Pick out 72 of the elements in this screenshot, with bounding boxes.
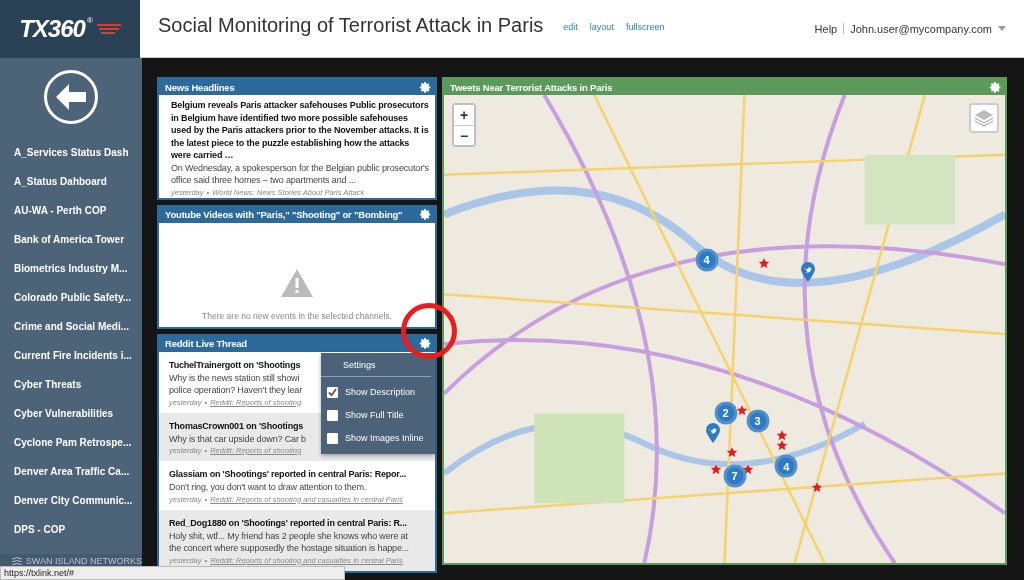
post-description: Holy shit, wtf... My friend has 2 people she knows who were at	[169, 529, 408, 542]
sidebar-item[interactable]: Denver City Communic...	[0, 486, 142, 515]
star-marker-icon[interactable]	[775, 437, 790, 452]
star-marker-icon[interactable]	[757, 256, 772, 270]
panel-title: Tweets Near Terrorist Attacks in Paris	[450, 81, 613, 93]
sidebar-item[interactable]: Cyber Vulnerabilities	[0, 399, 142, 428]
settings-icon	[419, 337, 432, 350]
post-title: ThomasCrown001 on 'Shootings	[169, 419, 304, 433]
menu-option[interactable]: Show Full Title	[321, 403, 435, 427]
post-description: the concert where supposedly the hostage situation is happe...	[169, 542, 409, 555]
logo: TX360®	[0, 0, 140, 58]
menu-option[interactable]: Show Images Inline	[321, 426, 435, 450]
company-name: SWAN ISLAND NETWORKS	[25, 556, 142, 566]
sidebar-item[interactable]: Cyclone Pam Retrospe...	[0, 428, 142, 457]
page-title: Social Monitoring of Terrorist Attack in Paris	[158, 14, 544, 37]
sidebar-item[interactable]: AU-WA - Perth COP	[0, 196, 142, 225]
post-description: Why is the news station still showi	[169, 371, 300, 384]
sidebar-item[interactable]: Current Fire Incidents i...	[0, 341, 142, 370]
sidebar-item[interactable]: A_Status Dahboard	[0, 167, 142, 196]
news-description: On Wednesday, a spokesperson for the Belgian public prosecutor's office said three homes – two apartments and ...	[171, 161, 429, 187]
settings-button[interactable]	[419, 80, 432, 94]
sidebar-item[interactable]: A_Services Status Dash	[0, 138, 142, 167]
highlight-circle	[401, 303, 457, 359]
warning-icon	[281, 268, 313, 297]
user-menu[interactable]: John.user@mycompany.com	[850, 22, 992, 35]
sidebar-item[interactable]: Bank of America Tower	[0, 225, 142, 254]
empty-message: There are no new events in the selected channels.	[202, 310, 392, 321]
checkbox[interactable]	[327, 409, 338, 421]
settings-icon	[419, 208, 432, 221]
star-marker-icon[interactable]	[775, 427, 790, 442]
menu-title: Settings	[321, 352, 431, 377]
news-headline: Belgium reveals Paris attacker safehouses Public prosecutors in Belgium have identified two more possible safehouses used by the Paris attackers prior to the November attacks. It is the latest piece to the puzzle establishing how the attacks were carried …	[171, 99, 429, 162]
post-description: Why is that car upside down? Car b	[169, 432, 306, 445]
help-link[interactable]: Help	[814, 22, 838, 35]
sidebar-item[interactable]: Crime and Social Medi...	[0, 312, 142, 341]
header-link[interactable]: fullscreen	[625, 21, 665, 32]
header-link[interactable]: edit	[563, 21, 578, 32]
settings-button[interactable]	[419, 337, 432, 350]
header-link[interactable]: layout	[589, 21, 614, 32]
wave-logo-icon	[12, 557, 22, 565]
menu-option[interactable]: Show Description	[321, 380, 435, 404]
settings-icon	[989, 80, 1002, 94]
sidebar-item[interactable]: Cyber Threats	[0, 370, 142, 399]
checkbox[interactable]	[327, 432, 338, 444]
star-marker-icon[interactable]	[725, 444, 740, 459]
layers-icon	[974, 109, 994, 127]
bird-pin-icon[interactable]	[800, 260, 817, 283]
panel-title: Youtube Videos with "Paris," "Shooting" or "Bombing"	[165, 209, 403, 220]
sidebar-item[interactable]: Denver Area Traffic Ca...	[0, 457, 142, 486]
star-marker-icon[interactable]	[708, 462, 723, 477]
post-title: Red_Dog1880 on 'Shootings' reported in central Paris: R...	[169, 516, 407, 530]
settings-icon	[419, 80, 432, 94]
sidebar-item[interactable]: DPS - COP	[0, 515, 142, 544]
post-title: TuchelTrainergott on 'Shootings	[169, 358, 301, 372]
caret-icon	[998, 26, 1006, 31]
zoom-out-button[interactable]: −	[454, 125, 474, 145]
settings-button[interactable]	[419, 208, 432, 221]
settings-button[interactable]	[989, 80, 1002, 94]
sidebar-item[interactable]: Colorado Public Safety...	[0, 283, 142, 312]
star-marker-icon[interactable]	[735, 402, 750, 417]
checkbox[interactable]	[327, 386, 338, 398]
status-url: https://txlink.net/#	[0, 566, 345, 580]
star-marker-icon[interactable]	[810, 480, 825, 495]
left-arrow-icon	[56, 84, 86, 110]
post-title: Glassiam on 'Shootings' reported in central Paris: Repor...	[169, 468, 407, 481]
panel-title: Reddit Live Thread	[165, 338, 247, 349]
post-description: Don't ring, you don't want to draw attention to them.	[169, 481, 367, 494]
sidebar-item[interactable]: Biometrics Industry M...	[0, 254, 142, 283]
bird-pin-icon[interactable]	[705, 421, 722, 444]
post-description: police operation? Haven't they lear	[169, 384, 303, 397]
back-button[interactable]	[44, 70, 98, 124]
panel-title: News Headlines	[165, 81, 235, 93]
